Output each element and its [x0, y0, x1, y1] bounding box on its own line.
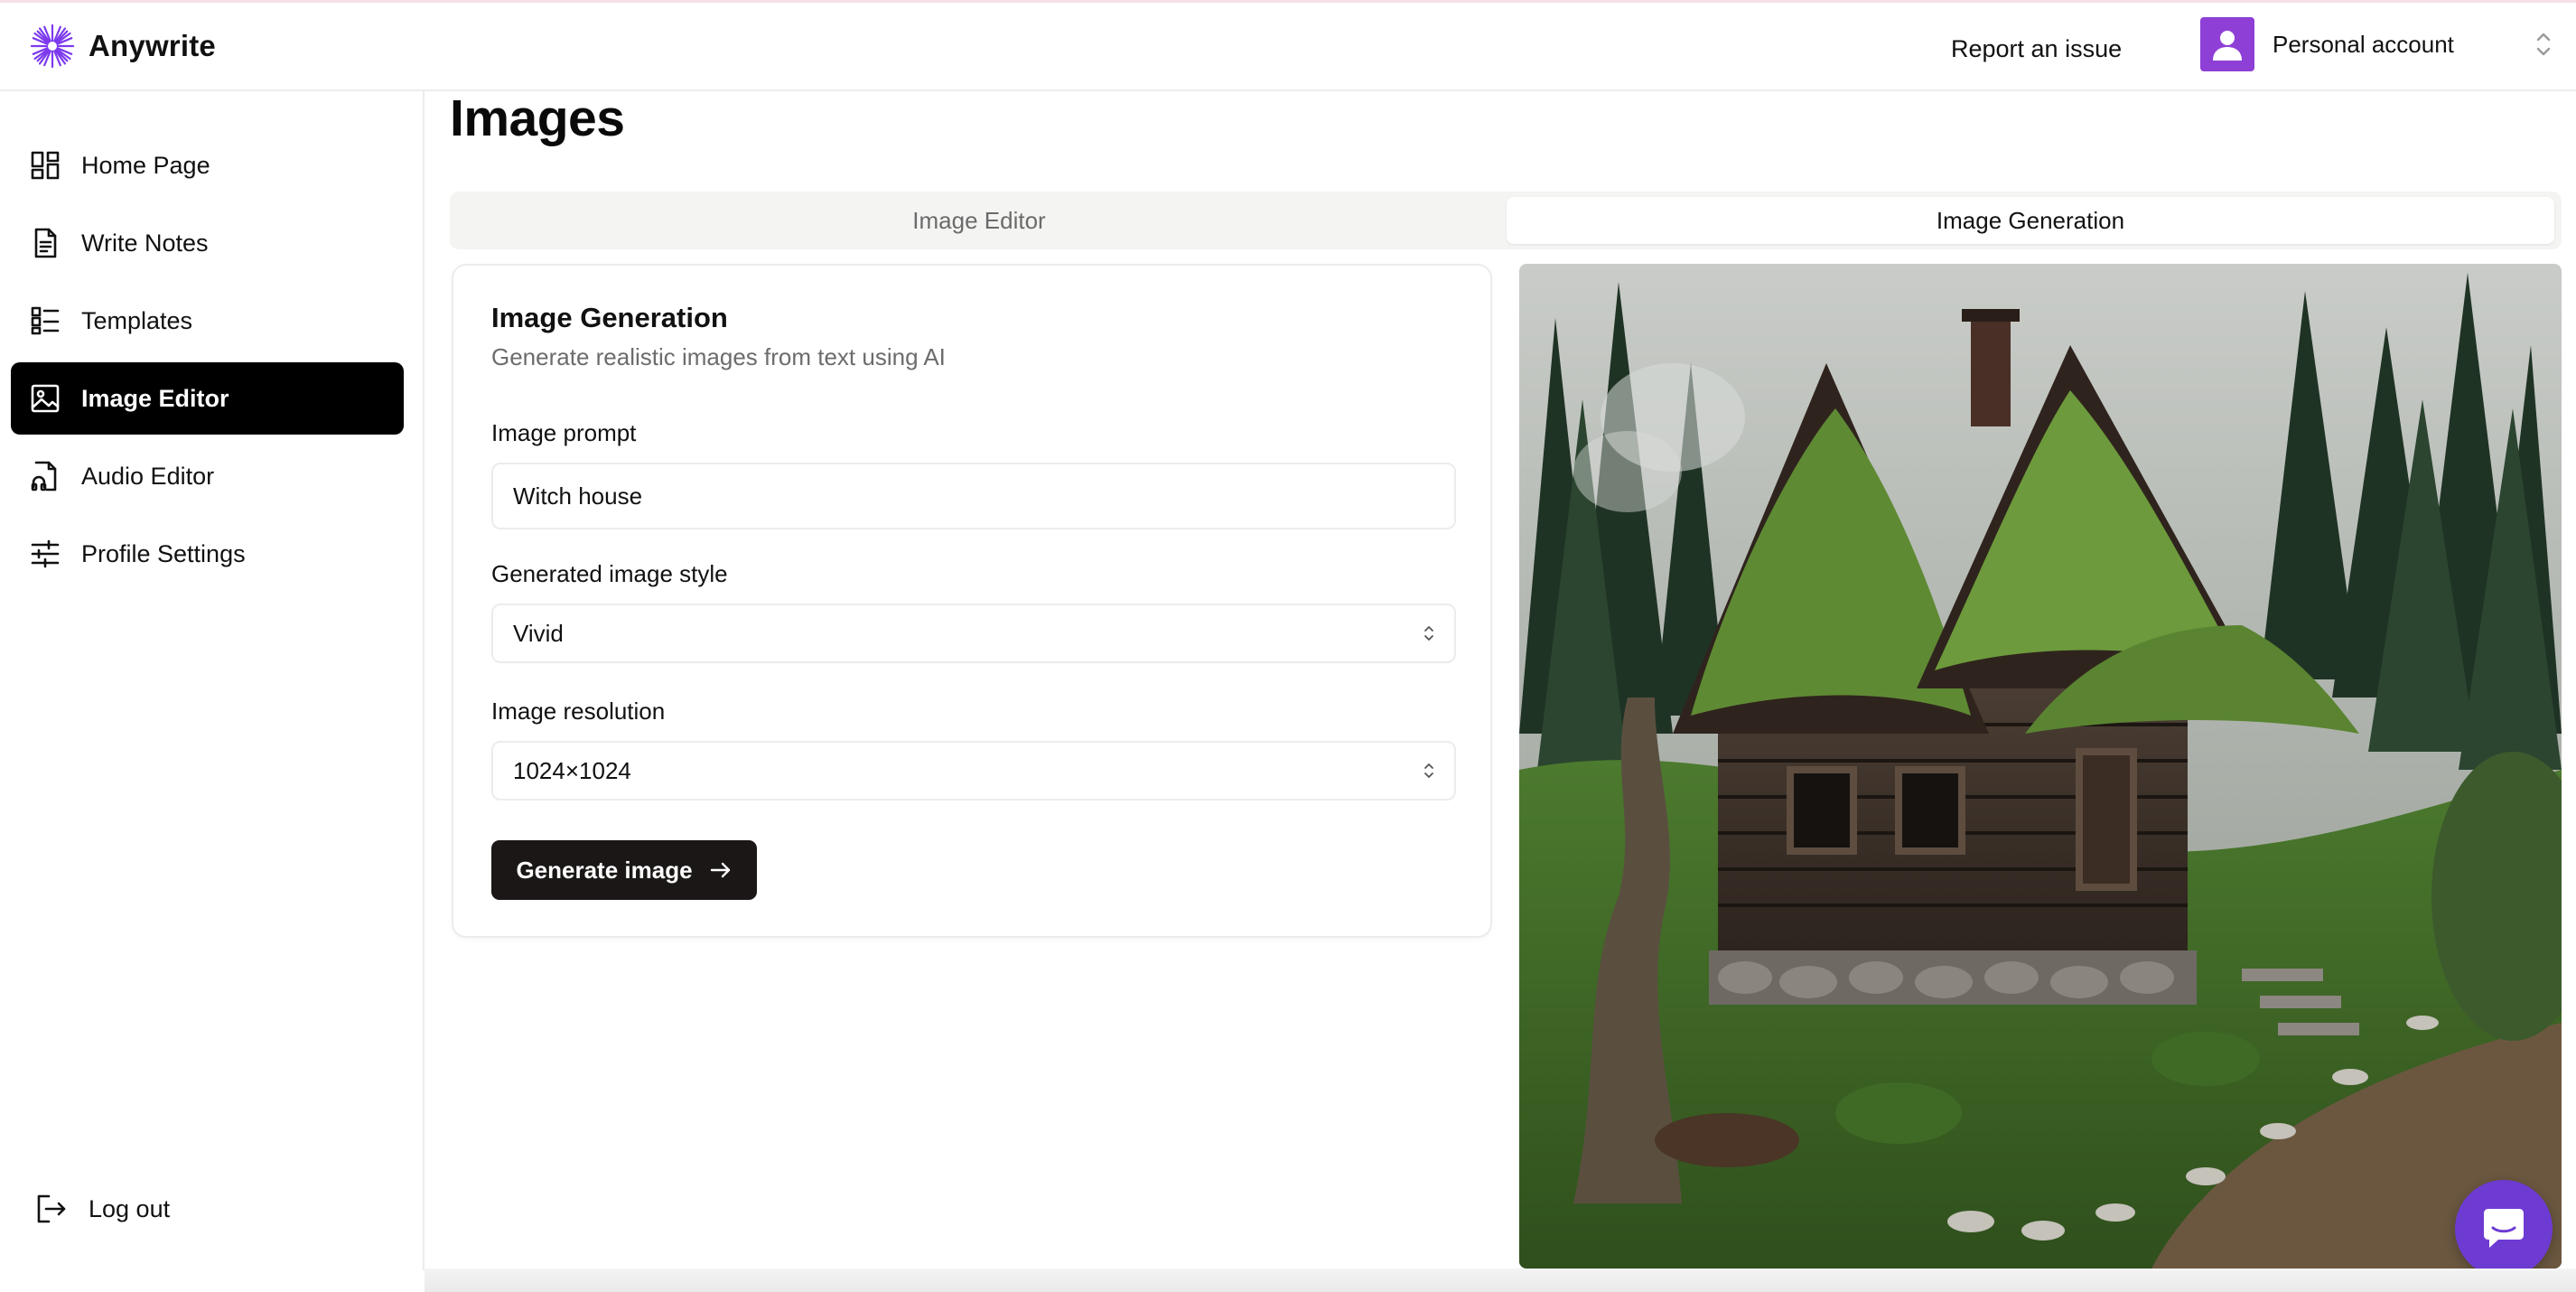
- card-title: Image Generation: [491, 302, 728, 333]
- logout-button[interactable]: Log out: [34, 1186, 170, 1231]
- sidebar-item-profile-settings[interactable]: Profile Settings: [11, 518, 404, 590]
- generated-image: [1519, 264, 2562, 1269]
- sidebar: Home Page Write Notes Templates Image Ed…: [0, 91, 425, 1270]
- chat-launcher-button[interactable]: [2455, 1180, 2553, 1278]
- logout-label: Log out: [89, 1194, 171, 1222]
- bottom-shadow: [425, 1269, 2576, 1292]
- image-icon: [31, 384, 60, 413]
- page-title: Images: [450, 89, 625, 147]
- sidebar-item-label: Templates: [81, 306, 193, 334]
- avatar: [2200, 17, 2254, 71]
- sidebar-item-image-editor[interactable]: Image Editor: [11, 362, 404, 435]
- brand-name: Anywrite: [89, 29, 216, 62]
- witch-house-illustration: [1519, 264, 2562, 1269]
- sidebar-item-label: Audio Editor: [81, 462, 215, 490]
- sidebar-item-label: Image Editor: [81, 384, 229, 412]
- brand[interactable]: Anywrite: [29, 21, 216, 71]
- sunburst-logo-icon: [30, 23, 75, 69]
- tab-image-generation[interactable]: Image Generation: [1507, 197, 2554, 244]
- image-generation-card: Image Generation Generate realistic imag…: [452, 264, 1492, 938]
- resolution-select-value: 1024×1024: [513, 756, 631, 784]
- style-select-value: Vivid: [513, 619, 564, 647]
- sidebar-item-audio-editor[interactable]: Audio Editor: [11, 440, 404, 512]
- sidebar-item-label: Profile Settings: [81, 539, 246, 567]
- sidebar-item-home[interactable]: Home Page: [11, 129, 404, 201]
- chevron-up-down-icon: [2536, 33, 2551, 56]
- card-subtitle: Generate realistic images from text usin…: [491, 343, 946, 370]
- prompt-input[interactable]: Witch house: [491, 463, 1456, 529]
- sidebar-item-label: Home Page: [81, 151, 210, 179]
- sliders-icon: [31, 539, 60, 568]
- resolution-select[interactable]: 1024×1024: [491, 741, 1456, 800]
- chat-icon: [2484, 1209, 2524, 1248]
- account-label: Personal account: [2273, 30, 2454, 58]
- style-select[interactable]: Vivid: [491, 604, 1456, 663]
- arrow-right-icon: [710, 862, 730, 878]
- generate-image-button[interactable]: Generate image: [491, 840, 757, 900]
- report-issue-button[interactable]: Report an issue: [1951, 26, 2122, 71]
- account-switcher[interactable]: Personal account: [2200, 15, 2554, 73]
- generate-button-label: Generate image: [516, 856, 693, 884]
- dashboard-icon: [31, 151, 60, 180]
- sidebar-item-templates[interactable]: Templates: [11, 285, 404, 357]
- tab-bar: Image Editor Image Generation: [450, 192, 2562, 249]
- tab-image-editor[interactable]: Image Editor: [455, 197, 1503, 244]
- document-icon: [34, 228, 57, 258]
- sidebar-item-write-notes[interactable]: Write Notes: [11, 207, 404, 279]
- logout-icon: [37, 1194, 66, 1223]
- user-icon: [2213, 31, 2242, 61]
- audio-file-icon: [31, 461, 57, 492]
- resolution-label: Image resolution: [491, 697, 666, 725]
- style-label: Generated image style: [491, 560, 728, 587]
- prompt-label: Image prompt: [491, 419, 637, 446]
- sidebar-item-label: Write Notes: [81, 229, 209, 257]
- chevron-up-down-icon: [1424, 763, 1433, 778]
- list-icon: [31, 306, 60, 335]
- chevron-up-down-icon: [1424, 626, 1433, 641]
- app-header: Anywrite Report an issue Personal accoun…: [0, 3, 2576, 91]
